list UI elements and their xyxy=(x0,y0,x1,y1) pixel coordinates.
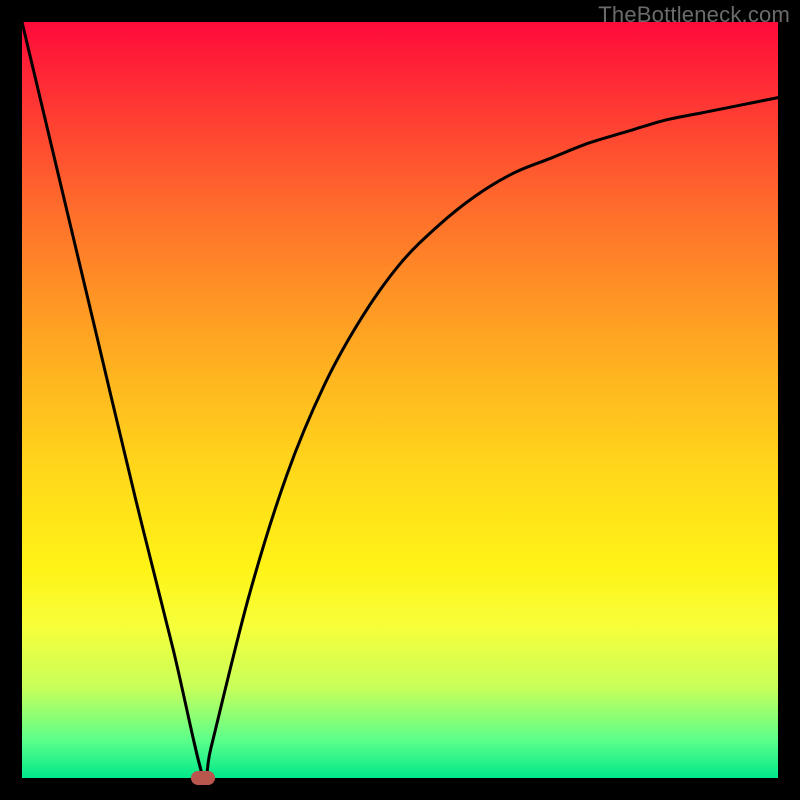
curve-layer xyxy=(22,22,778,778)
bottleneck-curve xyxy=(22,22,778,784)
chart-frame: TheBottleneck.com xyxy=(0,0,800,800)
plot-area xyxy=(22,22,778,778)
minimum-marker xyxy=(191,771,215,785)
